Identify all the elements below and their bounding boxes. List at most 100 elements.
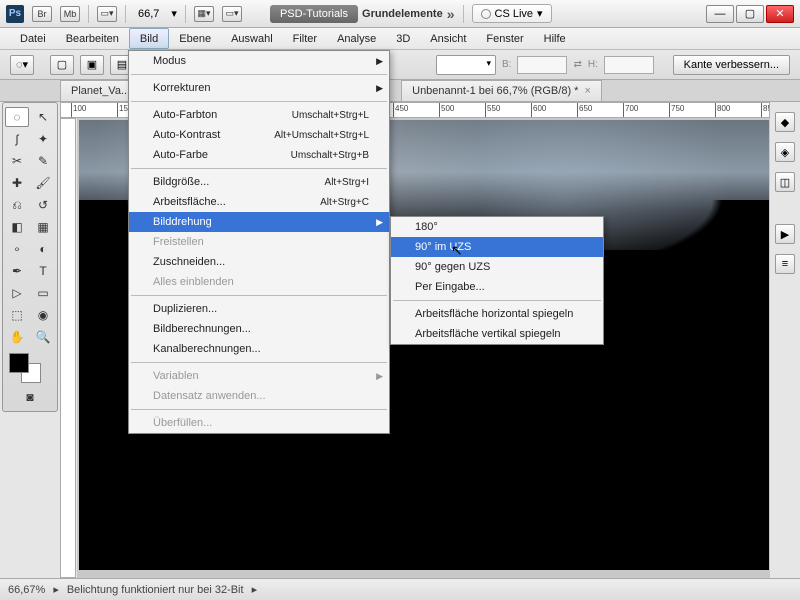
menu-fenster[interactable]: Fenster (476, 28, 533, 49)
dodge-tool[interactable]: ◐ (31, 239, 55, 259)
menu-kanalberechnungen[interactable]: Kanalberechnungen... (129, 339, 389, 359)
minibridge-button[interactable]: Mb (60, 6, 80, 22)
menu-bearbeiten[interactable]: Bearbeiten (56, 28, 129, 49)
eraser-tool[interactable]: ◧ (5, 217, 29, 237)
tool-preset-button[interactable]: ◌▾ (10, 55, 34, 75)
menu-analyse[interactable]: Analyse (327, 28, 386, 49)
bridge-button[interactable]: Br (32, 6, 52, 22)
status-message: Belichtung funktioniert nur bei 32-Bit (67, 584, 244, 596)
menu-auswahl[interactable]: Auswahl (221, 28, 283, 49)
maximize-button[interactable]: ▢ (736, 5, 764, 23)
document-tab-2[interactable]: Unbenannt-1 bei 66,7% (RGB/8) *× (401, 80, 602, 101)
quick-mask-button[interactable]: ◙ (18, 387, 42, 407)
cs-live-icon (481, 9, 491, 19)
menu-ueberfuellen: Überfüllen... (129, 413, 389, 433)
adjustments-panel-icon[interactable]: ◫ (775, 172, 795, 192)
document-tab-bar: Planet_Va... Unbenannt-1 bei 66,7% (RGB/… (0, 80, 800, 102)
path-select-tool[interactable]: ▷ (5, 283, 29, 303)
crop-tool[interactable]: ✂ (5, 151, 29, 171)
color-panel-icon[interactable]: ◆ (775, 112, 795, 132)
menu-ansicht[interactable]: Ansicht (420, 28, 476, 49)
title-tab-psd-tutorials[interactable]: PSD-Tutorials (270, 5, 358, 23)
width-input[interactable] (517, 56, 567, 74)
bilddrehung-submenu: 180° 90° im UZS 90° gegen UZS Per Eingab… (390, 216, 604, 345)
zoom-level[interactable]: 66,7 (134, 6, 163, 22)
menu-auto-farbton[interactable]: Auto-FarbtonUmschalt+Strg+L (129, 105, 389, 125)
rotate-180[interactable]: 180° (391, 217, 603, 237)
menu-bilddrehung[interactable]: Bilddrehung▶ (129, 212, 389, 232)
menu-freistellen: Freistellen (129, 232, 389, 252)
menu-datensatz: Datensatz anwenden... (129, 386, 389, 406)
style-select[interactable] (436, 55, 496, 75)
healing-tool[interactable]: ✚ (5, 173, 29, 193)
rotate-90-cw[interactable]: 90° im UZS (391, 237, 603, 257)
stamp-tool[interactable]: ⎌ (5, 195, 29, 215)
3d-camera-tool[interactable]: ◉ (31, 305, 55, 325)
options-bar: ◌▾ ▢ ▣ ▤ ▥ B: ⇄ H: Kante verbessern... (0, 50, 800, 80)
marquee-tool[interactable]: ◌ (5, 107, 29, 127)
hand-tool[interactable]: ✋ (5, 327, 29, 347)
menu-zuschneiden[interactable]: Zuschneiden... (129, 252, 389, 272)
menu-filter[interactable]: Filter (283, 28, 327, 49)
width-label: B: (502, 59, 511, 70)
menu-ebene[interactable]: Ebene (169, 28, 221, 49)
blur-tool[interactable]: ∘ (5, 239, 29, 259)
rotate-90-ccw[interactable]: 90° gegen UZS (391, 257, 603, 277)
minimize-button[interactable]: — (706, 5, 734, 23)
more-tabs-icon[interactable]: » (447, 6, 455, 22)
menu-bar: Datei Bearbeiten Bild Ebene Auswahl Filt… (0, 28, 800, 50)
zoom-tool[interactable]: 🔍 (31, 327, 55, 347)
menu-auto-kontrast[interactable]: Auto-KontrastAlt+Umschalt+Strg+L (129, 125, 389, 145)
close-tab-icon[interactable]: × (584, 85, 590, 97)
close-button[interactable]: ✕ (766, 5, 794, 23)
right-panel-dock: ◆ ◈ ◫ ▶ ≡ (772, 102, 798, 274)
selection-new-button[interactable]: ▢ (50, 55, 74, 75)
menu-alles-einblenden: Alles einblenden (129, 272, 389, 292)
history-panel-icon[interactable]: ▶ (775, 224, 795, 244)
menu-bild[interactable]: Bild (129, 28, 169, 49)
menu-bildgroesse[interactable]: Bildgröße...Alt+Strg+I (129, 172, 389, 192)
view-extras-button[interactable]: ▦▾ (194, 6, 214, 22)
zoom-dropdown-icon[interactable]: ▾ (171, 7, 177, 20)
pen-tool[interactable]: ✒ (5, 261, 29, 281)
move-tool[interactable]: ↖ (31, 107, 55, 127)
photoshop-logo-icon: Ps (6, 5, 24, 23)
flip-vertical[interactable]: Arbeitsfläche vertikal spiegeln (391, 324, 603, 344)
menu-arbeitsflaeche[interactable]: Arbeitsfläche...Alt+Strg+C (129, 192, 389, 212)
menu-hilfe[interactable]: Hilfe (534, 28, 576, 49)
color-swatches[interactable] (5, 353, 55, 383)
brush-tool[interactable]: 🖌 (31, 173, 55, 193)
flip-horizontal[interactable]: Arbeitsfläche horizontal spiegeln (391, 304, 603, 324)
menu-3d[interactable]: 3D (386, 28, 420, 49)
menu-duplizieren[interactable]: Duplizieren... (129, 299, 389, 319)
vertical-ruler (60, 118, 76, 578)
eyedropper-tool[interactable]: ✎ (31, 151, 55, 171)
refine-edge-button[interactable]: Kante verbessern... (673, 55, 790, 75)
menu-modus[interactable]: Modus▶ (129, 51, 389, 71)
swatches-panel-icon[interactable]: ◈ (775, 142, 795, 162)
rotate-arbitrary[interactable]: Per Eingabe... (391, 277, 603, 297)
title-bar: Ps Br Mb ▭▾ 66,7 ▾ ▦▾ ▭▾ PSD-Tutorials G… (0, 0, 800, 28)
screen-mode-button[interactable]: ▭▾ (97, 6, 117, 22)
quick-select-tool[interactable]: ✦ (31, 129, 55, 149)
layers-panel-icon[interactable]: ≡ (775, 254, 795, 274)
menu-variablen: Variablen▶ (129, 366, 389, 386)
arrange-button[interactable]: ▭▾ (222, 6, 242, 22)
history-brush-tool[interactable]: ↺ (31, 195, 55, 215)
selection-add-button[interactable]: ▣ (80, 55, 104, 75)
gradient-tool[interactable]: ▦ (31, 217, 55, 237)
type-tool[interactable]: T (31, 261, 55, 281)
height-input[interactable] (604, 56, 654, 74)
swap-wh-icon[interactable]: ⇄ (573, 59, 581, 70)
menu-auto-farbe[interactable]: Auto-FarbeUmschalt+Strg+B (129, 145, 389, 165)
lasso-tool[interactable]: ʃ (5, 129, 29, 149)
title-tab-grundelemente[interactable]: Grundelemente (362, 8, 443, 20)
foreground-color-swatch[interactable] (9, 353, 29, 373)
status-zoom[interactable]: 66,67% (8, 584, 45, 596)
cs-live-button[interactable]: CS Live ▾ (472, 4, 552, 23)
menu-korrekturen[interactable]: Korrekturen▶ (129, 78, 389, 98)
shape-tool[interactable]: ▭ (31, 283, 55, 303)
menu-datei[interactable]: Datei (10, 28, 56, 49)
3d-tool[interactable]: ⬚ (5, 305, 29, 325)
menu-bildberechnungen[interactable]: Bildberechnungen... (129, 319, 389, 339)
